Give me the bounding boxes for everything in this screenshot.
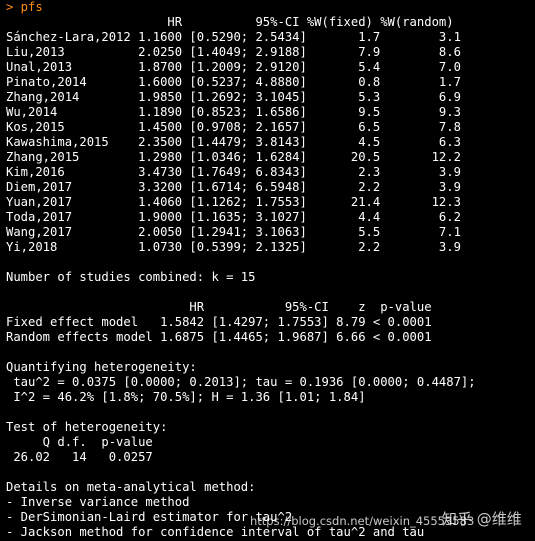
r-console[interactable]: > pfs HR 95%-CI %W(fixed) %W(random) Sán…: [0, 0, 535, 541]
table-row: Zhang,2015 1.2980 [1.0346; 1.6284] 20.5 …: [6, 150, 461, 164]
table-row: Kawashima,2015 2.3500 [1.4479; 3.8143] 4…: [6, 135, 461, 149]
details-item: - DerSimonian-Laird estimator for tau^2: [6, 510, 293, 524]
i2-line: I^2 = 46.2% [1.8%; 70.5%]; H = 1.36 [1.0…: [6, 390, 366, 404]
table-row: Diem,2017 3.3200 [1.6714; 6.5948] 2.2 3.…: [6, 180, 461, 194]
fixed-effect-row: Fixed effect model 1.5842 [1.4297; 1.755…: [6, 315, 432, 329]
tau-line: tau^2 = 0.0375 [0.0000; 0.2013]; tau = 0…: [6, 375, 476, 389]
table-row: Wu,2014 1.1890 [0.8523; 1.6586] 9.5 9.3: [6, 105, 461, 119]
test-title: Test of heterogeneity:: [6, 420, 168, 434]
table-row: Unal,2013 1.8700 [1.2009; 2.9120] 5.4 7.…: [6, 60, 461, 74]
test-header: Q d.f. p-value: [6, 435, 153, 449]
table-row: Yi,2018 1.0730 [0.5399; 2.1325] 2.2 3.9: [6, 240, 461, 254]
table-row: Kim,2016 3.4730 [1.7649; 6.8343] 2.3 3.9: [6, 165, 461, 179]
console-prompt: > pfs: [6, 0, 43, 14]
table-row: Wang,2017 2.0050 [1.2941; 3.1063] 5.5 7.…: [6, 225, 461, 239]
zhihu-watermark: 知乎 @维维: [442, 510, 522, 528]
table-row: Toda,2017 1.9000 [1.1635; 3.1027] 4.4 6.…: [6, 210, 461, 224]
table-row: Pinato,2014 1.6000 [0.5237; 4.8880] 0.8 …: [6, 75, 461, 89]
table-row: Kos,2015 1.4500 [0.9708; 2.1657] 6.5 7.8: [6, 120, 461, 134]
table-row: Zhang,2014 1.9850 [1.2692; 3.1045] 5.3 6…: [6, 90, 461, 104]
table-row: Liu,2013 2.0250 [1.4049; 2.9188] 7.9 8.6: [6, 45, 461, 59]
table-row: Sánchez-Lara,2012 1.1600 [0.5290; 2.5434…: [6, 30, 461, 44]
details-title: Details on meta-analytical method:: [6, 480, 256, 494]
table-header: HR 95%-CI %W(fixed) %W(random): [6, 15, 454, 29]
random-effects-row: Random effects model 1.6875 [1.4465; 1.9…: [6, 330, 432, 344]
details-item: - Jackson method for confidence interval…: [6, 525, 425, 539]
details-item: - Inverse variance method: [6, 495, 190, 509]
model-header: HR 95%-CI z p-value: [6, 300, 432, 314]
table-row: Yuan,2017 1.4060 [1.1262; 1.7553] 21.4 1…: [6, 195, 461, 209]
heterogeneity-title: Quantifying heterogeneity:: [6, 360, 197, 374]
test-values: 26.02 14 0.0257: [6, 450, 153, 464]
studies-combined: Number of studies combined: k = 15: [6, 270, 256, 284]
